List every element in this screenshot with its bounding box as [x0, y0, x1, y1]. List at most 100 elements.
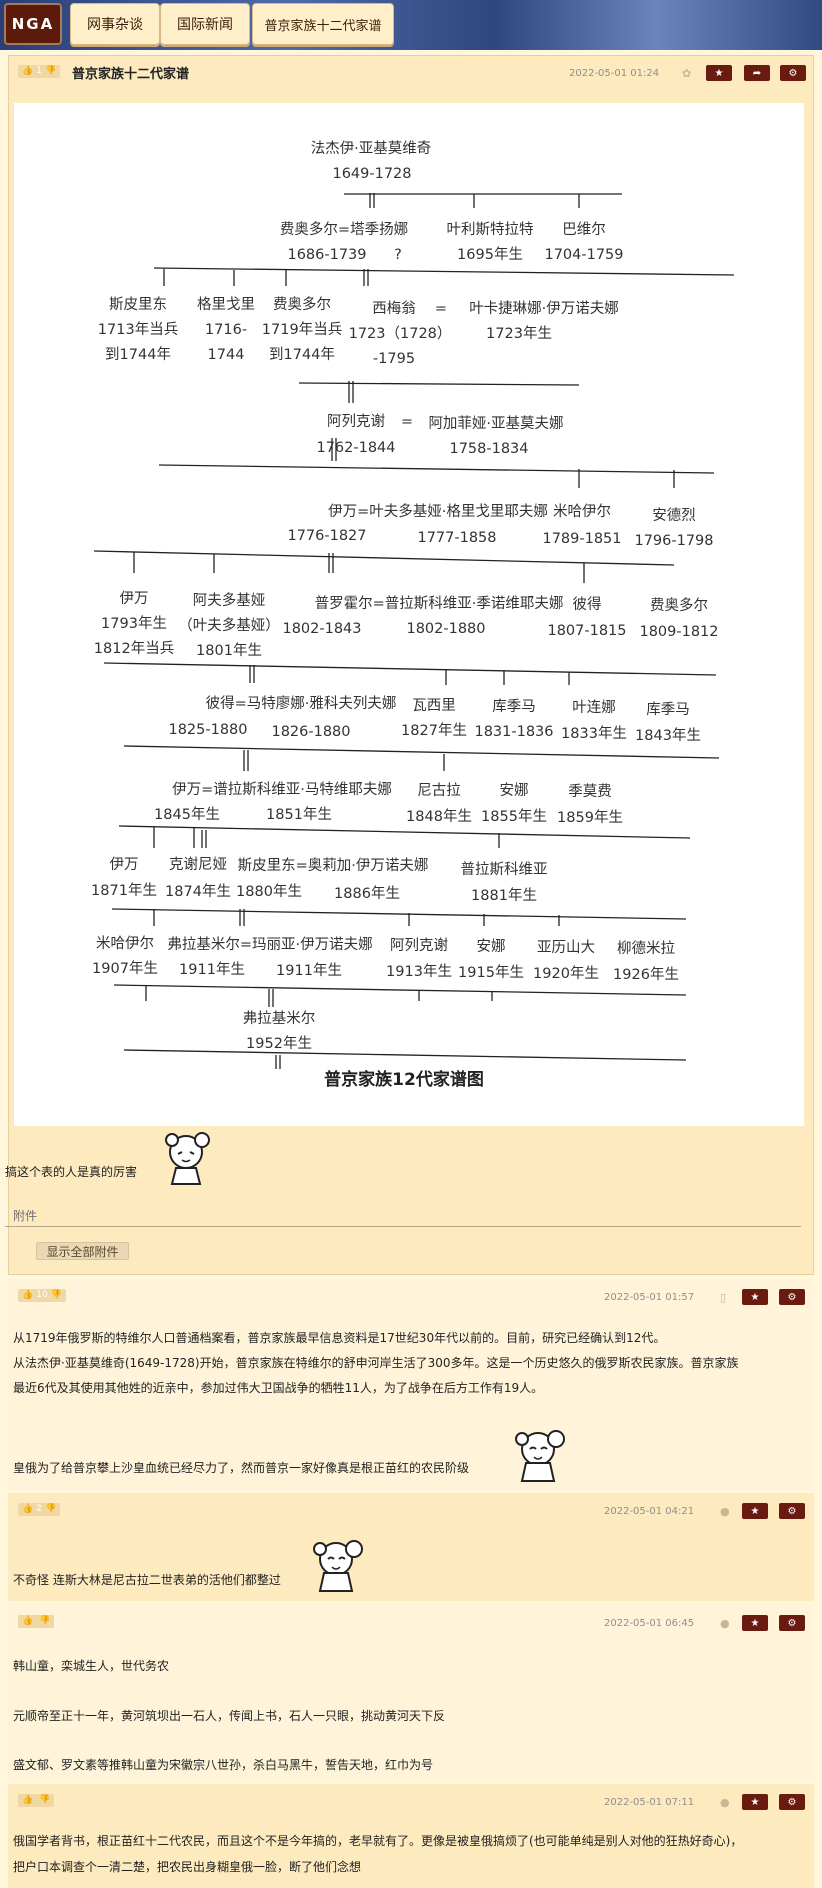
- person-name: 伊万=谱拉斯科维亚·马特维耶夫娜: [172, 781, 392, 798]
- favorite-button[interactable]: ★: [742, 1289, 768, 1305]
- share-button[interactable]: ➦: [744, 65, 770, 81]
- favorite-button[interactable]: ★: [742, 1794, 768, 1810]
- person-name: 普罗霍尔=普拉斯科维亚·季诺维耶夫娜: [315, 595, 564, 612]
- nga-logo[interactable]: NGA: [4, 3, 62, 45]
- post-text: 搞这个表的人是真的厉害: [5, 1165, 138, 1179]
- tab-thread[interactable]: 普京家族十二代家谱: [252, 3, 394, 45]
- like-counter[interactable]: 👍 10 👎: [18, 1289, 66, 1302]
- post-text: 元顺帝至正十一年，黄河筑坝出一石人，传闻上书，石人一只眼，挑动黄河天下反: [13, 1709, 446, 1723]
- person-years: 1777-1858: [417, 530, 496, 546]
- person-years: -1795: [373, 351, 415, 367]
- person-years: 1744: [208, 347, 245, 363]
- tab-forum[interactable]: 网事杂谈: [70, 3, 160, 45]
- thumb-down-icon[interactable]: 👎: [45, 1503, 56, 1516]
- family-tree-image: 法杰伊·亚基莫维奇 1649-1728 费奥多尔=塔季扬娜 1686-1739 …: [14, 103, 804, 1126]
- person-years: 1812年当兵: [94, 640, 174, 657]
- post-text: 从法杰伊·亚基莫维奇(1649-1728)开始，普京家族在特维尔的舒申河岸生活了…: [13, 1356, 739, 1370]
- person-name: 柳德米拉: [617, 940, 675, 957]
- person-years: 1807-1815: [547, 623, 626, 639]
- person-years: 1952年生: [246, 1035, 312, 1052]
- favorite-button[interactable]: ★: [706, 65, 732, 81]
- settings-button[interactable]: ⚙: [779, 1289, 805, 1305]
- person-years: 1723（1728）: [349, 325, 452, 342]
- marriage-sign: =: [435, 301, 447, 317]
- person-name: 阿列克谢: [390, 937, 448, 954]
- person-name: 费奥多尔=塔季扬娜: [280, 221, 408, 238]
- family-tree-diagram: 法杰伊·亚基莫维奇 1649-1728 费奥多尔=塔季扬娜 1686-1739 …: [91, 140, 735, 1090]
- person-years: 1831-1836: [474, 724, 553, 740]
- person-name: 安娜: [500, 782, 529, 799]
- like-counter[interactable]: 👍 👎: [18, 1794, 55, 1807]
- person-years: 1886年生: [334, 885, 400, 902]
- reply-post: 👍 👎 2022-05-01 06:45 ● ★ ⚙ 韩山童，栾城生人，世代务农…: [8, 1605, 814, 1780]
- person-years: 1913年生: [386, 963, 452, 980]
- person-name: 安娜: [477, 938, 506, 955]
- person-years: 到1744年: [105, 346, 171, 363]
- settings-button[interactable]: ⚙: [779, 1794, 805, 1810]
- sticker-anime-girl: [165, 1132, 210, 1185]
- settings-button[interactable]: ⚙: [779, 1503, 805, 1519]
- person-years: 1826-1880: [271, 724, 350, 740]
- person-name: 克谢尼娅: [169, 856, 227, 873]
- person-years: 1915年生: [458, 964, 524, 981]
- person-years: 1686-1739: [287, 247, 366, 263]
- person-years: 1911年生: [276, 962, 342, 979]
- like-counter[interactable]: 👍 👎: [18, 1615, 55, 1628]
- person-years: 1926年生: [613, 966, 679, 983]
- person-name: 阿夫多基娅: [193, 592, 266, 609]
- thumb-up-icon[interactable]: 👍: [22, 1289, 33, 1302]
- favorite-button[interactable]: ★: [742, 1615, 768, 1631]
- thumb-down-icon[interactable]: 👎: [45, 65, 56, 78]
- reply-post: 👍 10 👎 2022-05-01 01:57 ▯ ★ ⚙ 从1719年俄罗斯的…: [8, 1279, 814, 1490]
- thumb-up-icon[interactable]: 👍: [22, 1503, 33, 1516]
- thumb-down-icon[interactable]: 👎: [39, 1794, 50, 1807]
- thumb-down-icon[interactable]: 👎: [51, 1289, 62, 1302]
- person-name: 伊万: [120, 590, 149, 607]
- person-name: 米哈伊尔: [553, 503, 611, 520]
- post-text: 不奇怪 连斯大林是尼古拉二世表弟的活他们都整过: [13, 1573, 281, 1587]
- post-date: 2022-05-01 04:21: [604, 1506, 695, 1517]
- person-years: 1843年生: [635, 727, 701, 744]
- like-counter[interactable]: 👍 2 👎: [18, 1503, 61, 1516]
- person-years: 1880年生: [236, 883, 302, 900]
- thumb-up-icon[interactable]: 👍: [22, 1794, 33, 1807]
- post-text: 俄国学者背书，根正苗红十二代农民，而且这个不是今年搞的，老早就有了。更像是被皇俄…: [13, 1834, 743, 1848]
- tab-international-news[interactable]: 国际新闻: [160, 3, 250, 45]
- person-years: 1848年生: [406, 808, 472, 825]
- show-all-attachments-button[interactable]: 显示全部附件: [36, 1242, 129, 1260]
- person-years: 1713年当兵: [98, 321, 178, 338]
- person-years: 1871年生: [91, 882, 157, 899]
- person-years: 到1744年: [269, 346, 335, 363]
- person-name: 法杰伊·亚基莫维奇: [311, 140, 432, 157]
- person-name: 伊万=叶夫多基娅·格里戈里耶夫娜: [328, 503, 548, 520]
- settings-button[interactable]: ⚙: [780, 65, 806, 81]
- person-name: 阿加菲娅·亚基莫夫娜: [428, 415, 563, 432]
- thumb-down-icon[interactable]: 👎: [39, 1615, 50, 1628]
- person-years: 1802-1880: [406, 621, 485, 637]
- diagram-title: 普京家族12代家谱图: [324, 1069, 484, 1090]
- post-date: 2022-05-01 07:11: [604, 1797, 695, 1808]
- reply-post: 👍 👎 2022-05-01 07:11 ● ★ ⚙ 俄国学者背书，根正苗红十二…: [8, 1784, 814, 1888]
- marriage-sign: =: [401, 414, 413, 430]
- person-years: 1911年生: [179, 961, 245, 978]
- settings-button[interactable]: ⚙: [779, 1615, 805, 1631]
- post-title: 普京家族十二代家谱: [72, 67, 190, 82]
- favorite-button[interactable]: ★: [742, 1503, 768, 1519]
- person-years: 1907年生: [92, 960, 158, 977]
- person-name: 彼得: [573, 596, 602, 613]
- person-years: 1802-1843: [282, 621, 361, 637]
- person-years: ?: [394, 247, 402, 263]
- sticker-anime-girl: [313, 1540, 363, 1592]
- person-name: 叶利斯特拉特: [447, 221, 534, 238]
- person-years: 1851年生: [266, 806, 332, 823]
- person-name: 米哈伊尔: [96, 935, 154, 952]
- post-text: 从1719年俄罗斯的特维尔人口普通档案看，普京家族最早信息资料是17世纪30年代…: [13, 1331, 666, 1345]
- person-years: 1845年生: [154, 806, 220, 823]
- apple-icon: ●: [720, 1796, 730, 1809]
- like-counter[interactable]: 👍 1 👎: [18, 65, 61, 78]
- person-name: 弗拉基米尔: [243, 1010, 316, 1027]
- thumb-up-icon[interactable]: 👍: [22, 65, 33, 78]
- thumb-up-icon[interactable]: 👍: [22, 1615, 33, 1628]
- person-years: 1855年生: [481, 808, 547, 825]
- person-name: 库季马: [492, 698, 536, 715]
